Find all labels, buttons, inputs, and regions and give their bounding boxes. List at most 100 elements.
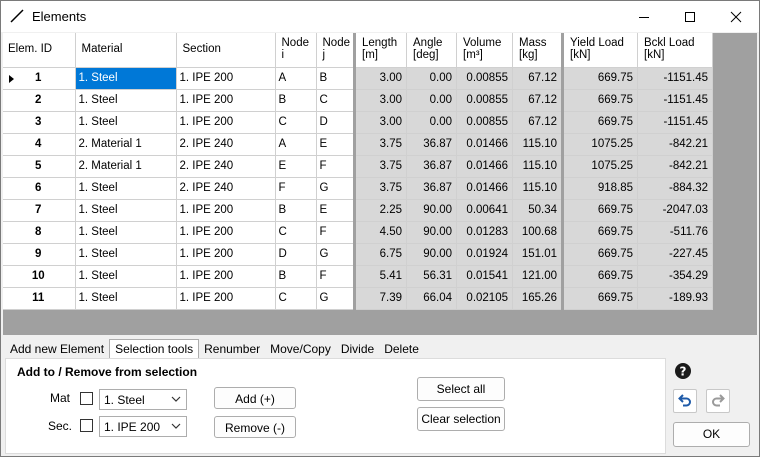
material-cell[interactable]: 1. Steel xyxy=(75,265,177,288)
undo-button[interactable] xyxy=(673,389,697,413)
clear-selection-button[interactable]: Clear selection xyxy=(417,407,505,431)
table-row[interactable]: 2 1. Steel 1. IPE 200 B C 3.00 0.00 0.00855 67.1… xyxy=(3,89,713,112)
node-i-cell[interactable]: F xyxy=(275,177,317,200)
node-i-cell[interactable]: C xyxy=(275,287,317,310)
column-header-material[interactable]: Material xyxy=(75,33,177,68)
material-cell[interactable]: 1. Steel xyxy=(75,67,177,90)
section-cell[interactable]: 2. IPE 240 xyxy=(176,177,276,200)
table-row[interactable]: 10 1. Steel 1. IPE 200 B F 5.41 56.31 0.01541 12… xyxy=(3,265,713,288)
table-row[interactable]: 5 2. Material 1 2. IPE 240 E F 3.75 36.87 0.014… xyxy=(3,155,713,178)
table-row[interactable]: 9 1. Steel 1. IPE 200 D G 6.75 90.00 0.01924 151… xyxy=(3,243,713,266)
column-header-volume[interactable]: Volume [m³] xyxy=(456,33,513,68)
section-cell[interactable]: 2. IPE 240 xyxy=(176,155,276,178)
table-row[interactable]: 8 1. Steel 1. IPE 200 C F 4.50 90.00 0.01283 100… xyxy=(3,221,713,244)
elem-id-cell[interactable]: 8 xyxy=(3,221,76,244)
elem-id-cell[interactable]: 7 xyxy=(3,199,76,222)
node-j-cell[interactable]: F xyxy=(316,155,355,178)
node-i-cell[interactable]: C xyxy=(275,221,317,244)
section-cell[interactable]: 1. IPE 200 xyxy=(176,89,276,112)
section-cell[interactable]: 1. IPE 200 xyxy=(176,265,276,288)
elem-id-cell[interactable]: 10 xyxy=(3,265,76,288)
node-i-cell[interactable]: B xyxy=(275,199,317,222)
length-cell: 3.75 xyxy=(353,133,407,156)
tab-delete[interactable]: Delete xyxy=(379,340,424,359)
material-cell[interactable]: 2. Material 1 xyxy=(75,155,177,178)
elem-id-cell[interactable]: 11 xyxy=(3,287,76,310)
node-i-cell[interactable]: B xyxy=(275,89,317,112)
node-j-cell[interactable]: F xyxy=(316,221,355,244)
node-j-cell[interactable]: D xyxy=(316,111,355,134)
column-header-node-i[interactable]: Node i xyxy=(275,33,317,68)
elem-id-cell[interactable]: 4 xyxy=(3,133,76,156)
column-header-elem-id[interactable]: Elem. ID xyxy=(3,33,76,68)
table-row[interactable]: 1 1. Steel 1. IPE 200 A B 3.00 0.00 0.00855 67.1… xyxy=(3,67,713,90)
node-i-cell[interactable]: A xyxy=(275,67,317,90)
add-button[interactable]: Add (+) xyxy=(214,387,296,409)
maximize-button[interactable] xyxy=(667,1,713,32)
section-cell[interactable]: 1. IPE 200 xyxy=(176,243,276,266)
section-cell[interactable]: 1. IPE 200 xyxy=(176,287,276,310)
node-i-cell[interactable]: D xyxy=(275,243,317,266)
section-cell[interactable]: 1. IPE 200 xyxy=(176,111,276,134)
minimize-button[interactable] xyxy=(621,1,667,32)
material-select[interactable]: 1. Steel xyxy=(99,389,187,410)
help-icon[interactable]: ? xyxy=(674,362,692,380)
table-row[interactable]: 6 1. Steel 2. IPE 240 F G 3.75 36.87 0.01466 115… xyxy=(3,177,713,200)
ok-button[interactable]: OK xyxy=(673,422,750,447)
section-cell[interactable]: 1. IPE 200 xyxy=(176,221,276,244)
material-cell[interactable]: 1. Steel xyxy=(75,177,177,200)
remove-button[interactable]: Remove (-) xyxy=(214,416,296,438)
node-j-cell[interactable]: G xyxy=(316,177,355,200)
column-header-angle[interactable]: Angle [deg] xyxy=(406,33,457,68)
node-i-cell[interactable]: A xyxy=(275,133,317,156)
node-j-cell[interactable]: E xyxy=(316,133,355,156)
tab-move-copy[interactable]: Move/Copy xyxy=(265,340,336,359)
tab-add-new-element[interactable]: Add new Element xyxy=(5,340,109,359)
material-cell[interactable]: 1. Steel xyxy=(75,287,177,310)
material-cell[interactable]: 1. Steel xyxy=(75,199,177,222)
node-j-cell[interactable]: G xyxy=(316,287,355,310)
column-header-mass[interactable]: Mass [kg] xyxy=(512,33,563,68)
mat-checkbox[interactable] xyxy=(80,392,93,405)
column-header-node-j[interactable]: Node j xyxy=(316,33,355,68)
section-cell[interactable]: 2. IPE 240 xyxy=(176,133,276,156)
elem-id-cell[interactable]: 2 xyxy=(3,89,76,112)
node-i-cell[interactable]: E xyxy=(275,155,317,178)
column-header-bckl-load[interactable]: Bckl Load [kN] xyxy=(637,33,713,68)
section-cell[interactable]: 1. IPE 200 xyxy=(176,199,276,222)
node-i-cell[interactable]: B xyxy=(275,265,317,288)
column-header-length[interactable]: Length [m] xyxy=(353,33,407,68)
node-j-cell[interactable]: B xyxy=(316,67,355,90)
node-j-cell[interactable]: F xyxy=(316,265,355,288)
elem-id-cell[interactable]: 1 xyxy=(3,67,76,90)
table-row[interactable]: 3 1. Steel 1. IPE 200 C D 3.00 0.00 0.00855 67.1… xyxy=(3,111,713,134)
material-cell[interactable]: 1. Steel xyxy=(75,89,177,112)
node-j-cell[interactable]: E xyxy=(316,199,355,222)
material-cell[interactable]: 2. Material 1 xyxy=(75,133,177,156)
redo-button[interactable] xyxy=(706,389,730,413)
elem-id-cell[interactable]: 9 xyxy=(3,243,76,266)
tab-selection-tools[interactable]: Selection tools xyxy=(109,339,200,359)
material-cell[interactable]: 1. Steel xyxy=(75,243,177,266)
column-header-section[interactable]: Section xyxy=(176,33,276,68)
element-line-icon xyxy=(9,8,25,24)
material-cell[interactable]: 1. Steel xyxy=(75,111,177,134)
section-cell[interactable]: 1. IPE 200 xyxy=(176,67,276,90)
elem-id-cell[interactable]: 3 xyxy=(3,111,76,134)
select-all-button[interactable]: Select all xyxy=(417,377,505,401)
node-j-cell[interactable]: G xyxy=(316,243,355,266)
table-row[interactable]: 4 2. Material 1 2. IPE 240 A E 3.75 36.87 0.014… xyxy=(3,133,713,156)
node-j-cell[interactable]: C xyxy=(316,89,355,112)
tab-renumber[interactable]: Renumber xyxy=(199,340,265,359)
table-row[interactable]: 11 1. Steel 1. IPE 200 C G 7.39 66.04 0.02105 16… xyxy=(3,287,713,310)
column-header-yield-load[interactable]: Yield Load [kN] xyxy=(561,33,638,68)
material-cell[interactable]: 1. Steel xyxy=(75,221,177,244)
sec-checkbox[interactable] xyxy=(80,419,93,432)
section-select[interactable]: 1. IPE 200 xyxy=(99,416,187,437)
node-i-cell[interactable]: C xyxy=(275,111,317,134)
elem-id-cell[interactable]: 5 xyxy=(3,155,76,178)
table-row[interactable]: 7 1. Steel 1. IPE 200 B E 2.25 90.00 0.00641 50.… xyxy=(3,199,713,222)
tab-divide[interactable]: Divide xyxy=(336,340,379,359)
close-button[interactable] xyxy=(713,1,759,32)
elem-id-cell[interactable]: 6 xyxy=(3,177,76,200)
